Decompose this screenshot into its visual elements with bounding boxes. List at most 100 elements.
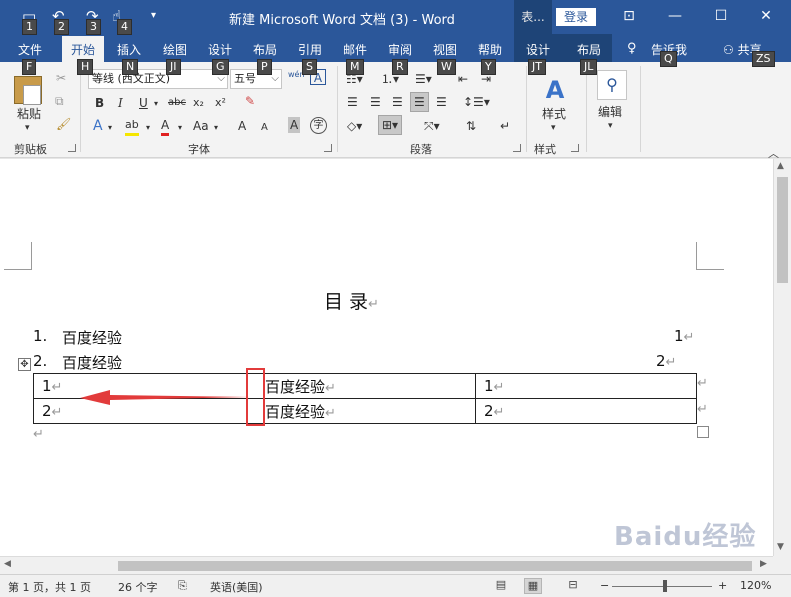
multilevel-list-icon[interactable]: ☰▾ [415, 71, 432, 87]
sort-icon[interactable]: ⇅ [466, 118, 476, 134]
login-button[interactable]: 登录 [556, 8, 596, 26]
tab-references[interactable]: 引用 [298, 41, 322, 58]
chevron-down-icon[interactable]: ⌵ [271, 70, 279, 88]
scroll-right-icon[interactable]: ▶ [760, 559, 767, 569]
font-launcher-icon[interactable] [324, 144, 332, 152]
font-size-box[interactable]: 五号 ⌵ [230, 69, 282, 89]
proofing-icon[interactable]: ⎘ [178, 579, 187, 593]
tab-review[interactable]: 审阅 [388, 41, 412, 58]
table-resize-handle[interactable] [697, 426, 709, 438]
align-center-icon[interactable]: ☰ [370, 94, 381, 110]
title-bar: ▭ 1 ↶ 2 ↷ 3 ☝ 4 ▾ 新建 Microsoft Word 文档 (… [0, 0, 791, 35]
tab-table-layout[interactable]: 布局 [577, 41, 601, 58]
scroll-down-icon[interactable]: ▼ [777, 542, 784, 552]
paste-dropdown-icon[interactable]: ▾ [25, 120, 30, 136]
tab-layout[interactable]: 布局 [253, 41, 277, 58]
tab-design[interactable]: 设计 [208, 41, 232, 58]
font-color-button[interactable]: A [161, 117, 170, 136]
horizontal-scroll-thumb[interactable] [118, 561, 752, 571]
minimize-icon[interactable]: — [665, 6, 685, 26]
zoom-level[interactable]: 120% [740, 579, 771, 592]
maximize-icon[interactable]: ☐ [711, 6, 731, 26]
character-shading-button[interactable]: A [288, 117, 301, 133]
tab-file[interactable]: 文件 [18, 41, 42, 58]
table-cell[interactable]: 1↵ [475, 373, 697, 399]
paste-icon[interactable] [14, 76, 42, 105]
paragraph-launcher-icon[interactable] [513, 144, 521, 152]
table-cell[interactable]: 2↵ [475, 398, 697, 424]
cut-icon[interactable]: ✂ [56, 70, 66, 86]
enclose-characters-button[interactable]: 字 [310, 117, 327, 134]
print-layout-icon[interactable]: ▦ [524, 578, 542, 594]
tab-help[interactable]: 帮助 [478, 41, 502, 58]
status-bar: 第 1 页，共 1 页 26 个字 ⎘ 英语(美国) ▤ ▦ ⊟ − + 120… [0, 574, 791, 597]
strikethrough-button[interactable]: abc [168, 95, 186, 111]
word-count[interactable]: 26 个字 [118, 579, 158, 595]
chinese-layout-icon[interactable]: ⤧▾ [424, 118, 440, 134]
language-indicator[interactable]: 英语(美国) [210, 579, 263, 595]
tab-insert[interactable]: 插入 [117, 41, 141, 58]
grow-font-button[interactable]: A [238, 118, 246, 134]
scroll-left-icon[interactable]: ◀ [4, 559, 11, 569]
chevron-down-icon[interactable]: ▾ [214, 120, 218, 136]
chevron-down-icon[interactable]: ▾ [108, 120, 112, 136]
show-marks-icon[interactable]: ↵ [500, 118, 510, 134]
change-case-button[interactable]: Aa [193, 118, 209, 134]
toc-entry-text[interactable]: 百度经验 [62, 327, 122, 348]
shrink-font-button[interactable]: A [261, 120, 268, 136]
scroll-up-icon[interactable]: ▲ [777, 161, 784, 171]
table-cell[interactable]: 百度经验↵ [247, 398, 476, 424]
italic-button[interactable]: I [118, 95, 123, 111]
document-page[interactable]: 目 录↵ 1. 百度经验 1↵ 2. 百度经验 2↵ ✥ 1↵ 百度经验↵ 1↵… [0, 159, 773, 556]
font-name-box[interactable]: 等线 (西文正文) ⌵ [88, 69, 228, 89]
styles-gallery-icon[interactable]: A [540, 75, 570, 105]
focus-mode-icon[interactable]: ▤ [492, 578, 510, 594]
ribbon-display-options-icon[interactable]: ⊡ [619, 6, 639, 26]
decrease-indent-icon[interactable]: ⇤ [458, 71, 468, 87]
justify-icon[interactable]: ☰ [410, 92, 429, 112]
chevron-down-icon[interactable]: ▾ [608, 118, 613, 134]
search-icon[interactable]: ⚲ [597, 70, 627, 100]
toc-entry-text[interactable]: 百度经验 [62, 352, 122, 373]
text-effects-button[interactable]: A [93, 118, 103, 134]
table-tools-context-tab[interactable]: 表... [514, 0, 552, 34]
table-cell[interactable]: 百度经验↵ [247, 373, 476, 399]
superscript-button[interactable]: x² [215, 95, 226, 111]
styles-launcher-icon[interactable] [571, 144, 579, 152]
clear-formatting-icon[interactable]: ✎ [245, 93, 255, 109]
align-right-icon[interactable]: ☰ [392, 94, 403, 110]
tab-view[interactable]: 视图 [433, 41, 457, 58]
customize-qat-icon[interactable]: ▾ [151, 8, 156, 24]
zoom-in-button[interactable]: + [718, 579, 727, 592]
shading-icon[interactable]: ◇▾ [347, 118, 362, 134]
distributed-icon[interactable]: ☰ [436, 94, 447, 110]
chevron-down-icon[interactable]: ▾ [551, 120, 556, 136]
web-layout-icon[interactable]: ⊟ [564, 578, 582, 594]
page-indicator[interactable]: 第 1 页，共 1 页 [8, 579, 91, 595]
horizontal-scrollbar[interactable]: ◀ ▶ [0, 556, 773, 574]
copy-icon[interactable]: ⧉ [55, 93, 64, 109]
format-painter-icon[interactable]: 🖌 [56, 116, 71, 132]
chevron-down-icon[interactable]: ▾ [178, 120, 182, 136]
table-move-handle-icon[interactable]: ✥ [18, 358, 31, 371]
line-spacing-icon[interactable]: ↕☰▾ [463, 94, 490, 110]
zoom-slider-track[interactable] [612, 586, 712, 587]
borders-icon[interactable]: ⊞▾ [378, 115, 403, 135]
tab-draw[interactable]: 绘图 [163, 41, 187, 58]
zoom-out-button[interactable]: − [600, 579, 609, 592]
underline-button[interactable]: U [139, 95, 148, 111]
vertical-scrollbar[interactable]: ▲ ▼ [773, 159, 791, 556]
clipboard-launcher-icon[interactable] [68, 144, 76, 152]
chevron-down-icon[interactable]: ▾ [154, 96, 158, 112]
tab-table-design[interactable]: 设计 [526, 41, 550, 58]
tab-mailings[interactable]: 邮件 [343, 41, 367, 58]
zoom-slider-thumb[interactable] [663, 580, 667, 592]
group-divider [80, 66, 81, 152]
chevron-down-icon[interactable]: ▾ [146, 120, 150, 136]
vertical-scroll-thumb[interactable] [777, 177, 788, 283]
highlight-color-button[interactable]: ab [125, 117, 139, 136]
close-icon[interactable]: ✕ [756, 6, 776, 26]
subscript-button[interactable]: x₂ [193, 95, 204, 111]
bold-button[interactable]: B [95, 95, 104, 111]
align-left-icon[interactable]: ☰ [347, 94, 358, 110]
